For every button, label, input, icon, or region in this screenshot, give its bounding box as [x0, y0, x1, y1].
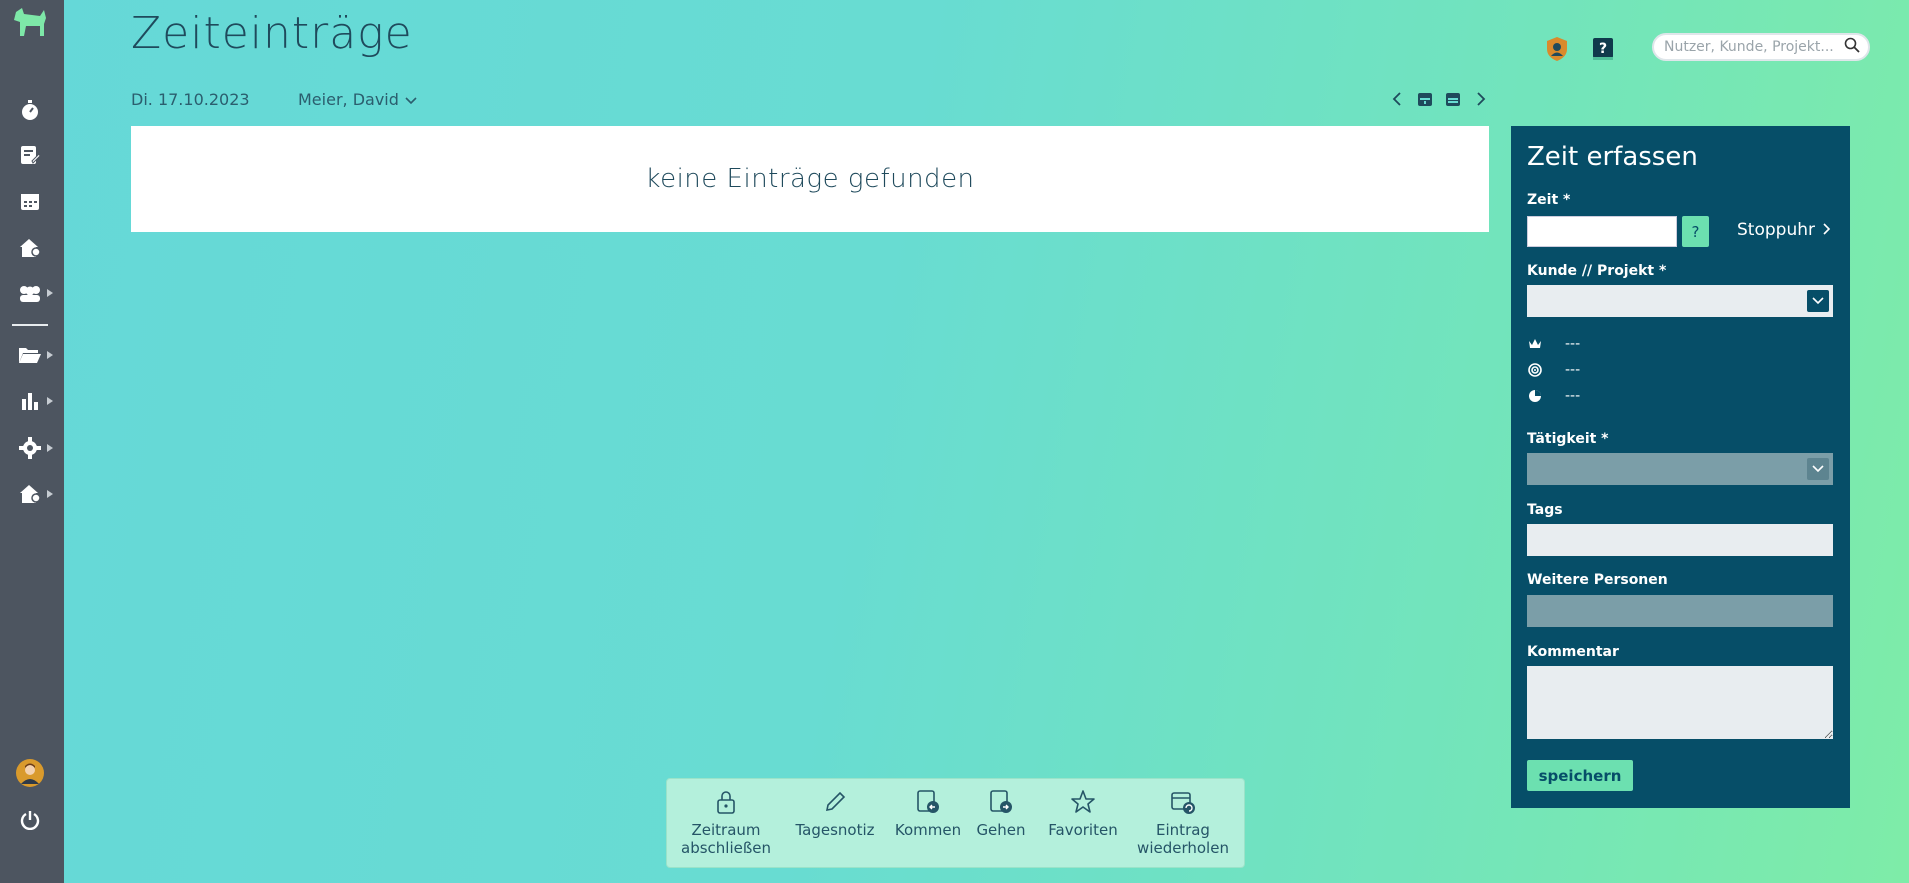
- search-box: [1652, 33, 1870, 61]
- stopwatch-link[interactable]: Stoppuhr: [1737, 220, 1831, 240]
- toolbar-day-note[interactable]: Tagesnotiz: [795, 787, 875, 839]
- save-button[interactable]: speichern: [1527, 760, 1633, 791]
- stopwatch-icon[interactable]: [18, 98, 42, 122]
- toolbar-favorites-label: Favoriten: [1048, 821, 1118, 839]
- team-icon[interactable]: [18, 281, 42, 305]
- customer-project-label: Kunde // Projekt *: [1527, 263, 1667, 279]
- toolbar-repeat-entry[interactable]: Eintrag wiederholen: [1133, 787, 1233, 857]
- toolbar-clock-in[interactable]: Kommen: [893, 787, 963, 839]
- meta-budget-value: ---: [1565, 388, 1581, 404]
- more-persons-label: Weitere Personen: [1527, 572, 1668, 588]
- clock-in-icon: [913, 787, 943, 817]
- customer-project-select[interactable]: [1527, 285, 1833, 317]
- search-input[interactable]: [1664, 39, 1844, 55]
- entries-panel: keine Einträge gefunden: [131, 126, 1489, 232]
- chevron-down-icon: [1807, 458, 1829, 480]
- meta-row-project: ---: [1527, 362, 1580, 378]
- home-admin-icon[interactable]: [18, 482, 42, 506]
- comment-label: Kommentar: [1527, 644, 1619, 660]
- meta-customer-value: ---: [1565, 336, 1581, 352]
- activity-label: Tätigkeit *: [1527, 431, 1609, 447]
- toolbar-clock-in-label: Kommen: [894, 821, 962, 839]
- clock-out-icon: [986, 787, 1016, 817]
- shield-user-icon[interactable]: [1544, 36, 1570, 62]
- chevron-down-icon: [1807, 290, 1829, 312]
- bottom-toolbar: Zeitraum abschließen Tagesnotiz Kommen G…: [666, 778, 1245, 868]
- date-label[interactable]: Di. 17.10.2023: [131, 90, 250, 109]
- page-title: Zeiteinträge: [131, 8, 413, 59]
- chevron-right-icon[interactable]: [1472, 90, 1490, 108]
- team-expand-icon[interactable]: [47, 289, 53, 297]
- settings-expand-icon[interactable]: [47, 444, 53, 452]
- toolbar-repeat-entry-label: Eintrag wiederholen: [1137, 821, 1229, 857]
- sidebar-divider: [12, 324, 48, 326]
- folder-expand-icon[interactable]: [47, 351, 53, 359]
- tags-label: Tags: [1527, 502, 1563, 518]
- home-user-icon[interactable]: [18, 236, 42, 260]
- star-icon: [1068, 787, 1098, 817]
- user-select[interactable]: Meier, David: [298, 90, 417, 109]
- crown-icon: [1527, 336, 1543, 352]
- timesheet-edit-icon[interactable]: [18, 143, 42, 167]
- chevron-down-icon: [405, 90, 417, 109]
- pie-chart-icon: [1527, 388, 1543, 404]
- chevron-left-icon[interactable]: [1388, 90, 1406, 108]
- meta-project-value: ---: [1565, 362, 1581, 378]
- comment-textarea[interactable]: [1527, 666, 1833, 739]
- toolbar-clock-out-label: Gehen: [976, 821, 1026, 839]
- toolbar-favorites[interactable]: Favoriten: [1045, 787, 1121, 839]
- activity-select[interactable]: [1527, 453, 1833, 485]
- dog-logo-icon[interactable]: [10, 6, 50, 40]
- search-icon[interactable]: [1844, 37, 1860, 57]
- stopwatch-label: Stoppuhr: [1737, 220, 1815, 240]
- bar-chart-icon[interactable]: [18, 389, 42, 413]
- time-label: Zeit *: [1527, 192, 1571, 208]
- help-book-icon[interactable]: ?: [1590, 36, 1616, 62]
- calendar-day-icon[interactable]: [1416, 90, 1434, 108]
- sidebar: [0, 0, 64, 883]
- calendar-icon[interactable]: [18, 189, 42, 213]
- time-input[interactable]: [1527, 216, 1677, 247]
- date-navigation: [1388, 90, 1490, 108]
- chevron-right-icon: [1823, 220, 1831, 240]
- more-persons-input[interactable]: [1527, 595, 1833, 627]
- toolbar-day-note-label: Tagesnotiz: [795, 821, 875, 839]
- calendar-week-icon[interactable]: [1444, 90, 1462, 108]
- repeat-icon: [1168, 787, 1198, 817]
- meta-row-customer: ---: [1527, 336, 1580, 352]
- chart-expand-icon[interactable]: [47, 397, 53, 405]
- admin-expand-icon[interactable]: [47, 490, 53, 498]
- lock-icon: [711, 787, 741, 817]
- empty-entries-text: keine Einträge gefunden: [645, 164, 975, 194]
- form-title: Zeit erfassen: [1527, 142, 1698, 172]
- toolbar-close-period-label: Zeitraum abschließen: [681, 821, 772, 857]
- pencil-icon: [820, 787, 850, 817]
- user-select-label: Meier, David: [298, 90, 399, 109]
- power-icon[interactable]: [18, 808, 42, 832]
- time-entry-form: Zeit erfassen Zeit * ? Stoppuhr Kunde //…: [1511, 126, 1850, 808]
- toolbar-close-period[interactable]: Zeitraum abschließen: [681, 787, 771, 857]
- folder-open-icon[interactable]: [18, 343, 42, 367]
- gear-icon[interactable]: [18, 436, 42, 460]
- target-icon: [1527, 362, 1543, 378]
- svg-text:?: ?: [1599, 41, 1607, 57]
- meta-row-budget: ---: [1527, 388, 1580, 404]
- avatar[interactable]: [15, 758, 45, 788]
- time-help-button[interactable]: ?: [1682, 216, 1709, 247]
- tags-input[interactable]: [1527, 524, 1833, 556]
- toolbar-clock-out[interactable]: Gehen: [971, 787, 1031, 839]
